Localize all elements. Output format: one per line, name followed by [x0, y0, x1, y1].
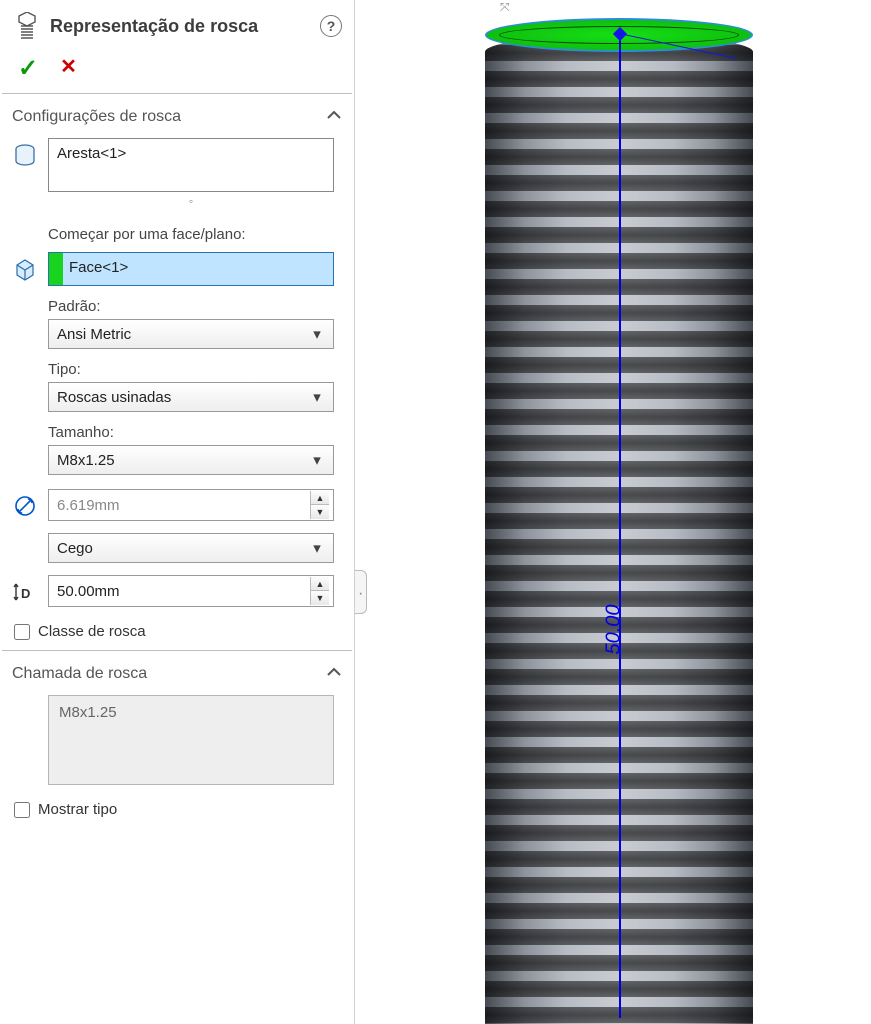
standard-value: Ansi Metric	[57, 326, 309, 343]
start-face-row: Começar por uma face/plano:	[0, 216, 354, 250]
diameter-input: 6.619mm ▲▼	[48, 489, 334, 521]
spacer-icon	[12, 699, 38, 725]
spacer-icon	[12, 537, 38, 563]
edge-selection-box[interactable]: Aresta<1>	[48, 138, 334, 192]
callout-row: M8x1.25	[0, 693, 354, 787]
standard-label: Padrão:	[48, 298, 334, 315]
depth-row: D 50.00mm ▲▼	[0, 573, 354, 609]
diameter-value: 6.619mm	[57, 497, 310, 514]
graphics-viewport[interactable]: ⤧ 50.00	[370, 0, 871, 1024]
view-triad-icon: ⤧	[500, 0, 510, 15]
thread-callout-box: M8x1.25	[48, 695, 334, 785]
section-thread-callout-header[interactable]: Chamada de rosca	[0, 651, 354, 693]
dimension-line	[619, 38, 621, 1018]
standard-select[interactable]: Ansi Metric ▾	[48, 319, 334, 349]
spacer-icon	[12, 222, 38, 248]
section-thread-settings-header[interactable]: Configurações de rosca	[0, 94, 354, 136]
type-label: Tipo:	[48, 361, 334, 378]
collapse-icon	[326, 108, 344, 126]
dimension-origin	[619, 33, 620, 34]
spacer-icon	[12, 294, 38, 320]
end-condition-value: Cego	[57, 540, 309, 557]
type-select[interactable]: Roscas usinadas ▾	[48, 382, 334, 412]
depth-value: 50.00mm	[57, 583, 310, 600]
depth-input[interactable]: 50.00mm ▲▼	[48, 575, 334, 607]
cosmetic-thread-icon	[14, 12, 40, 40]
stepper-buttons[interactable]: ▲▼	[310, 577, 329, 605]
dimension-label[interactable]: 50.00	[602, 604, 625, 654]
start-face-label: Começar por uma face/plano:	[48, 226, 334, 243]
edge-selection-row: Aresta<1> ◦	[0, 136, 354, 216]
svg-text:D: D	[21, 586, 30, 601]
cylinder-edge-icon	[12, 142, 38, 168]
stepper-buttons: ▲▼	[310, 491, 329, 519]
chevron-down-icon: ▾	[309, 325, 325, 343]
titlebar: Representação de rosca ?	[0, 0, 354, 50]
chevron-down-icon: ▾	[309, 539, 325, 557]
face-selection-value: Face<1>	[69, 259, 128, 276]
confirm-bar: ✓ ✕	[0, 50, 354, 93]
help-button[interactable]: ?	[320, 15, 342, 37]
show-type-row[interactable]: Mostrar tipo	[0, 787, 354, 828]
face-selection-box[interactable]: Face<1>	[48, 252, 334, 286]
standard-row: Padrão: Ansi Metric ▾	[0, 288, 354, 351]
edge-selection-value: Aresta<1>	[57, 145, 126, 162]
thread-class-row[interactable]: Classe de rosca	[0, 609, 354, 650]
thread-callout-value: M8x1.25	[59, 704, 117, 721]
feature-title: Representação de rosca	[50, 16, 310, 37]
end-condition-select[interactable]: Cego ▾	[48, 533, 334, 563]
type-row: Tipo: Roscas usinadas ▾	[0, 351, 354, 414]
panel-drag-handle[interactable]	[355, 570, 367, 614]
threaded-cylinder-preview: 50.00	[485, 18, 753, 1024]
size-select[interactable]: M8x1.25 ▾	[48, 445, 334, 475]
chevron-down-icon: ▾	[309, 388, 325, 406]
spacer-icon	[12, 420, 38, 446]
end-condition-row: Cego ▾	[0, 531, 354, 565]
property-manager-panel: Representação de rosca ? ✓ ✕ Configuraçõ…	[0, 0, 355, 1024]
collapse-icon	[326, 665, 344, 683]
section-label: Configurações de rosca	[12, 108, 326, 126]
spacer-icon	[12, 357, 38, 383]
show-type-label: Mostrar tipo	[38, 801, 117, 818]
chevron-down-icon: ▾	[309, 451, 325, 469]
type-value: Roscas usinadas	[57, 389, 309, 406]
size-row: Tamanho: M8x1.25 ▾	[0, 414, 354, 477]
ok-button[interactable]: ✓	[18, 54, 38, 83]
section-label: Chamada de rosca	[12, 665, 326, 683]
diameter-row: 6.619mm ▲▼	[0, 487, 354, 523]
show-type-checkbox[interactable]	[14, 802, 30, 818]
face-icon	[12, 256, 38, 282]
resize-handle-icon[interactable]: ◦	[48, 194, 334, 208]
start-face-select-row: Face<1>	[0, 250, 354, 288]
thread-class-checkbox[interactable]	[14, 624, 30, 640]
size-label: Tamanho:	[48, 424, 334, 441]
depth-icon: D	[12, 579, 38, 605]
thread-class-label: Classe de rosca	[38, 623, 146, 640]
diameter-icon	[12, 493, 38, 519]
size-value: M8x1.25	[57, 452, 309, 469]
cancel-button[interactable]: ✕	[60, 54, 77, 83]
